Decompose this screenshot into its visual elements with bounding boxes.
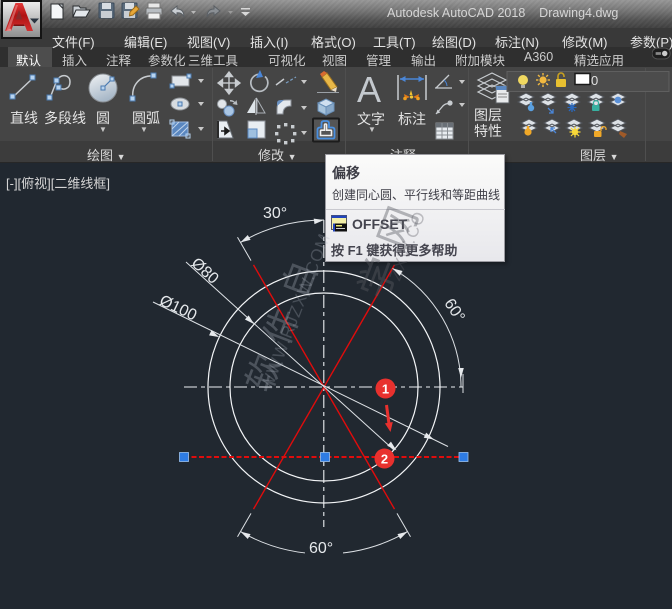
svg-text:2: 2 <box>381 452 388 467</box>
svg-text:0: 0 <box>591 73 598 88</box>
svg-text:60°: 60° <box>309 540 333 557</box>
svg-text:Ø80: Ø80 <box>188 255 222 288</box>
svg-text:A: A <box>357 69 381 110</box>
svg-text:Ø100: Ø100 <box>157 292 200 324</box>
svg-text:1: 1 <box>382 382 389 397</box>
svg-text:30°: 30° <box>263 205 287 222</box>
